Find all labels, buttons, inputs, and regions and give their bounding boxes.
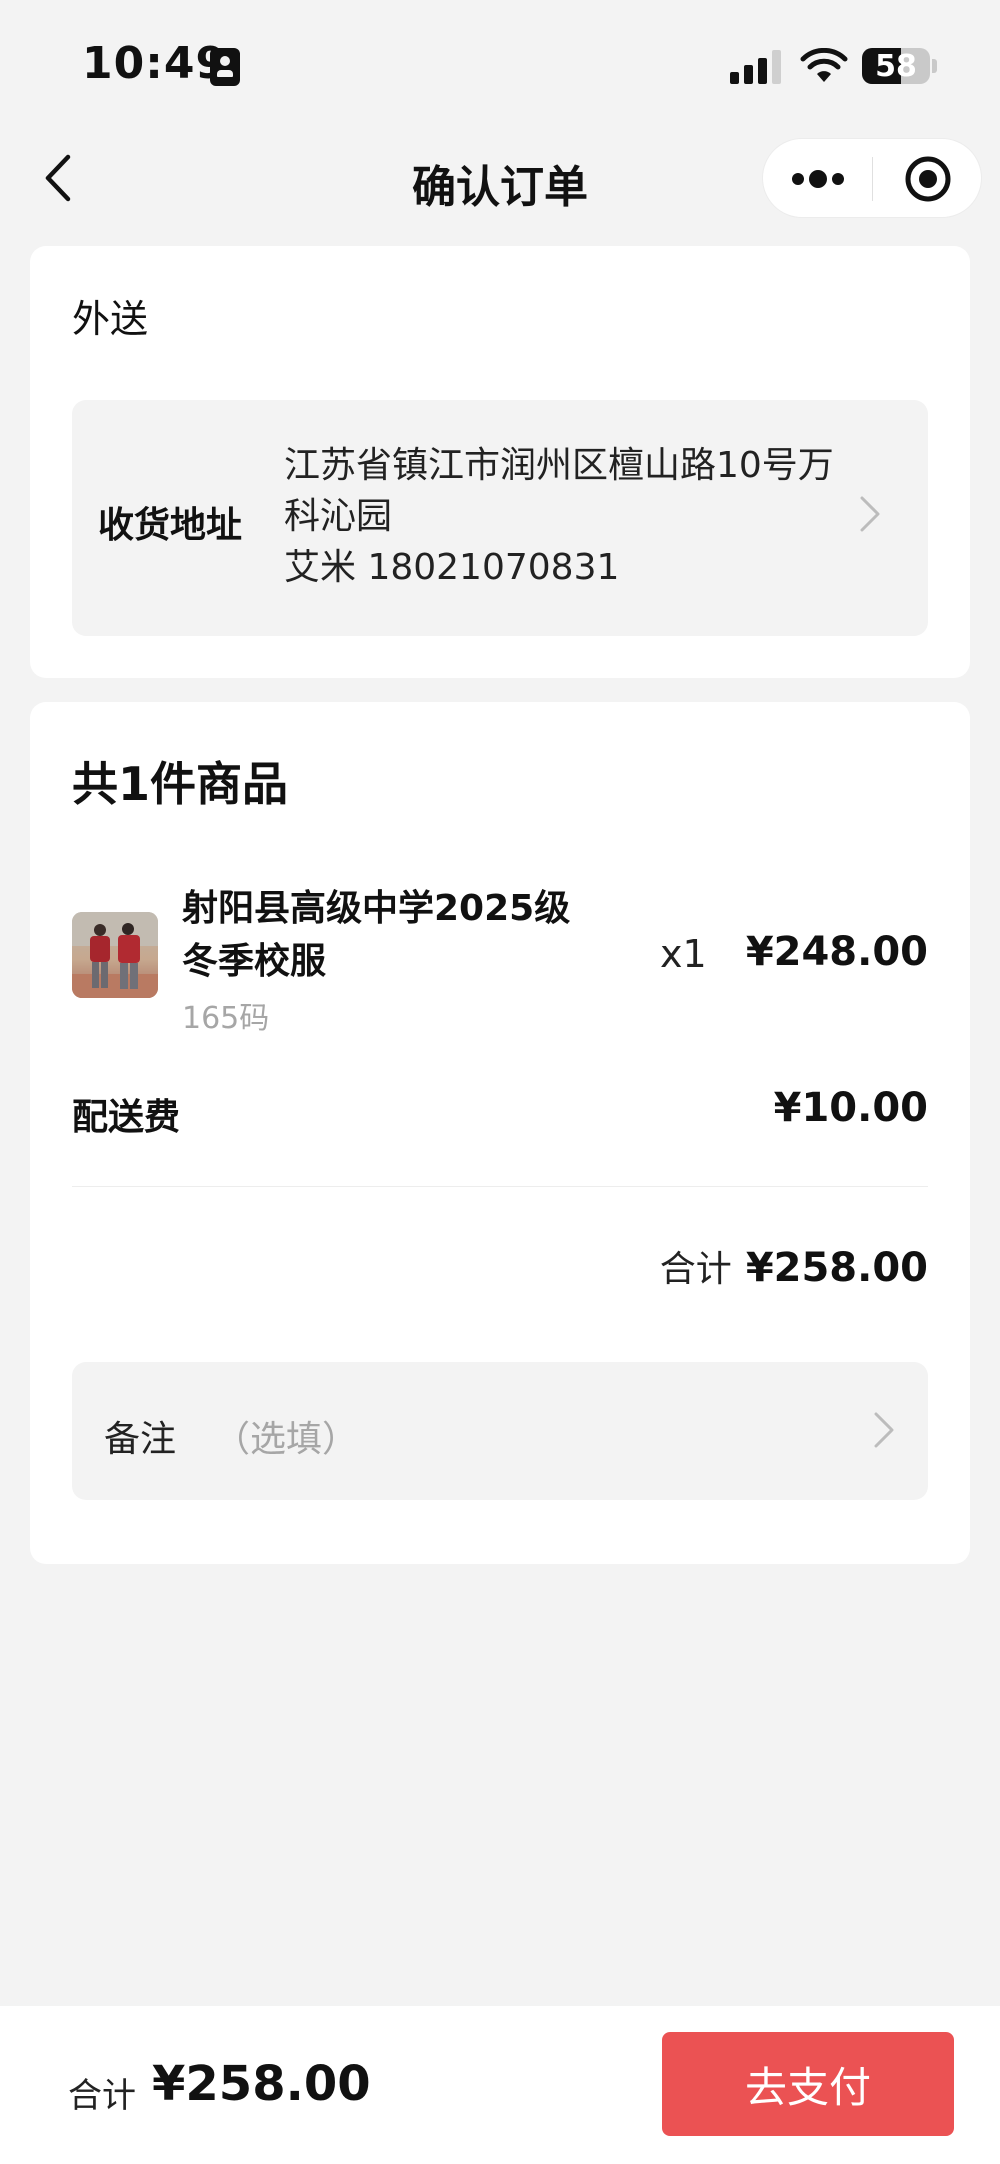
divider	[72, 1186, 928, 1187]
remark-placeholder: （选填）	[214, 1419, 359, 1460]
address-contact: 艾米 18021070831	[284, 547, 620, 588]
product-name-line-1: 射阳县高级中学2025级	[182, 888, 571, 929]
total-value: ¥258.00	[152, 2056, 371, 2112]
product-quantity: x1	[660, 932, 707, 976]
wifi-icon	[800, 48, 848, 82]
battery-cap	[932, 59, 937, 73]
address-text: 江苏省镇江市润州区檀山路10号万 科沁园 艾米 18021070831	[284, 440, 844, 593]
remark-field[interactable]	[72, 1362, 928, 1500]
more-dots-icon	[791, 170, 844, 188]
product-name: 射阳县高级中学2025级 冬季校服	[182, 882, 612, 988]
subtotal-label: 合计	[659, 1249, 732, 1290]
shipping-fee-label: 配送费	[72, 1097, 181, 1138]
cellular-signal-icon	[730, 50, 782, 84]
target-circle-icon	[905, 156, 951, 202]
battery-icon: 58	[862, 48, 930, 84]
more-button[interactable]	[763, 139, 872, 219]
shipping-fee-value: ¥10.00	[773, 1085, 928, 1131]
goods-count: 共1件商品	[72, 757, 289, 811]
subtotal-value: ¥258.00	[745, 1245, 928, 1291]
mini-program-capsule	[762, 138, 982, 218]
chevron-right-icon	[874, 1412, 894, 1448]
chevron-right-icon	[860, 496, 880, 532]
address-line-2: 科沁园	[284, 496, 393, 537]
status-time: 10:49	[82, 38, 228, 89]
battery-level: 58	[875, 49, 917, 84]
contact-card-icon	[210, 48, 240, 86]
address-line-1: 江苏省镇江市润州区檀山路10号万	[284, 445, 834, 486]
product-price: ¥248.00	[745, 929, 928, 975]
address-label: 收货地址	[98, 505, 243, 546]
order-subtotal: 合计 ¥258.00	[660, 1240, 928, 1292]
product-photo	[72, 912, 158, 998]
delivery-mode-tab[interactable]	[30, 246, 970, 366]
close-mini-program-button[interactable]	[873, 139, 983, 219]
remark-label: 备注	[104, 1419, 177, 1460]
product-spec: 165码	[182, 1001, 270, 1036]
pay-button[interactable]: 去支付	[662, 2032, 954, 2136]
product-name-line-2: 冬季校服	[182, 941, 327, 982]
total-label: 合计	[68, 2076, 136, 2116]
delivery-mode-label: 外送	[72, 297, 149, 341]
product-thumbnail	[72, 912, 158, 998]
